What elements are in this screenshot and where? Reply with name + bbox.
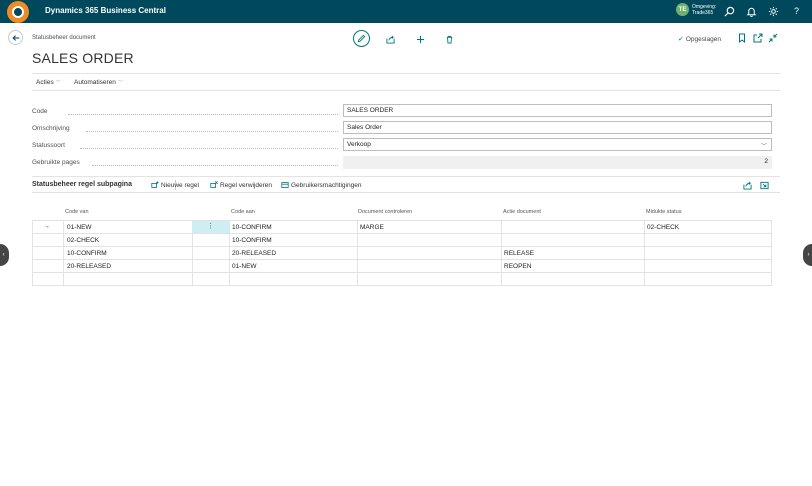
cell-action-doc[interactable]: RELEASE [504, 250, 534, 257]
cell-code-to[interactable]: 10-CONFIRM [232, 237, 272, 244]
column-header-check-doc[interactable]: Document controleren [358, 209, 412, 215]
chevron-down-icon: ﹀ [117, 80, 123, 86]
table-row-empty[interactable] [33, 273, 771, 286]
bell-icon[interactable] [746, 6, 757, 17]
bookmark-icon[interactable] [737, 33, 747, 43]
subpage-header: Statusbeheer regel subpagina Nieuwe rege… [32, 176, 780, 193]
delete-line-button[interactable]: Regel verwijderen [210, 181, 272, 189]
code-input[interactable]: SALES ORDER [343, 104, 772, 117]
cell-code-from[interactable]: 02-CHECK [67, 237, 99, 244]
used-pages-label: Gebruikte pages [32, 159, 80, 166]
environment-indicator[interactable]: TE Omgeving: Trade365 [676, 3, 716, 16]
status-lines-grid: Code van Code aan Document controleren A… [32, 207, 772, 286]
table-row[interactable]: 02-CHECK 10-CONFIRM [33, 234, 771, 247]
cell-code-to[interactable]: 10-CONFIRM [232, 224, 272, 231]
grid-header-row: Code van Code aan Document controleren A… [32, 207, 772, 220]
breadcrumb: Statusbeheer document [32, 35, 96, 41]
menu-actions[interactable]: Acties ﹀ [36, 79, 61, 86]
chevron-right-icon: › [807, 252, 810, 258]
chevron-left-icon: ‹ [2, 252, 5, 258]
expand-icon[interactable] [760, 181, 769, 190]
menu-automate-label: Automatiseren [74, 79, 116, 86]
cell-check-doc[interactable]: MARGE [360, 224, 384, 231]
column-header-code-to[interactable]: Code aan [231, 209, 255, 215]
subpage-title: Statusbeheer regel subpagina [32, 181, 132, 188]
row-menu-cell[interactable]: ⋮ [192, 221, 230, 233]
cell-action-doc[interactable]: REOPEN [504, 263, 531, 270]
description-label: Omschrijving [32, 125, 70, 132]
cell-code-from[interactable]: 01-NEW [67, 224, 92, 231]
used-pages-value: 2 [343, 156, 772, 169]
delete-icon[interactable] [441, 31, 457, 47]
column-header-intermediate[interactable]: Midukte status [646, 209, 681, 215]
status-type-value: Verkoop [347, 141, 371, 148]
cell-code-from[interactable]: 10-CONFIRM [67, 250, 107, 257]
table-row[interactable]: 10-CONFIRM 20-RELEASED RELEASE [33, 247, 771, 260]
checkmark-icon: ✓ [678, 36, 684, 43]
column-header-action-doc[interactable]: Actie document [503, 209, 541, 215]
cell-code-to[interactable]: 20-RELEASED [232, 250, 276, 257]
status-type-label: Statussoort [32, 142, 65, 149]
next-record-button[interactable]: › [803, 244, 812, 266]
code-label: Code [32, 108, 48, 115]
environment-label: Omgeving: [692, 3, 717, 10]
saved-label: Opgeslagen [685, 35, 721, 43]
user-permissions-button[interactable]: Gebruikersmachtigingen [281, 181, 361, 189]
current-row-arrow-icon: → [43, 223, 50, 230]
more-options-icon[interactable]: ⋮ [207, 222, 214, 230]
menu-automate[interactable]: Automatiseren ﹀ [74, 79, 123, 86]
table-row[interactable]: 20-RELEASED 01-NEW REOPEN [33, 260, 771, 273]
environment-text: Omgeving: Trade365 [692, 4, 716, 16]
edit-button[interactable] [353, 30, 370, 47]
description-input[interactable]: Sales Order [343, 121, 772, 134]
field-leader [92, 165, 338, 166]
app-header-bar: Dynamics 365 Business Central TE Omgevin… [0, 0, 812, 23]
environment-badge: TE [676, 3, 689, 16]
cell-code-to[interactable]: 01-NEW [232, 263, 257, 270]
share-icon[interactable] [743, 181, 752, 190]
add-icon[interactable] [412, 31, 428, 47]
environment-name: Trade365 [692, 9, 714, 16]
field-leader [68, 114, 338, 115]
saved-status: ✓ Opgeslagen [678, 35, 721, 44]
user-permissions-label: Gebruikersmachtigingen [291, 181, 362, 189]
delete-line-icon [210, 181, 218, 188]
status-type-select[interactable]: Verkoop ﹀ [343, 138, 772, 151]
new-line-button[interactable]: Nieuwe regel [151, 181, 199, 189]
chevron-down-icon: ﹀ [55, 80, 61, 86]
help-icon[interactable]: ? [791, 6, 802, 17]
gear-icon[interactable] [768, 6, 779, 17]
open-new-window-icon[interactable] [753, 33, 763, 43]
collapse-icon[interactable] [768, 33, 778, 43]
search-icon[interactable] [724, 6, 735, 17]
app-logo-icon[interactable] [7, 1, 29, 23]
cell-code-from[interactable]: 20-RELEASED [67, 263, 111, 270]
new-line-icon [151, 181, 159, 188]
back-button[interactable] [8, 30, 23, 45]
action-menu-bar: Acties ﹀ Automatiseren ﹀ [32, 73, 780, 91]
app-title[interactable]: Dynamics 365 Business Central [45, 6, 166, 15]
column-header-code-from[interactable]: Code van [65, 209, 89, 215]
chevron-down-icon: ﹀ [760, 144, 767, 150]
page-title: SALES ORDER [32, 50, 134, 66]
menu-actions-label: Acties [36, 79, 54, 86]
share-icon[interactable] [382, 31, 398, 47]
previous-record-button[interactable]: ‹ [0, 244, 9, 266]
delete-line-label: Regel verwijderen [220, 181, 273, 189]
field-leader [86, 131, 338, 132]
new-line-label: Nieuwe regel [161, 181, 199, 189]
table-row[interactable]: → 01-NEW ⋮ 10-CONFIRM MARGE 02-CHECK [33, 221, 771, 234]
cell-intermediate[interactable]: 02-CHECK [647, 224, 679, 231]
field-leader [80, 148, 338, 149]
permissions-icon [281, 182, 289, 188]
grid-body: → 01-NEW ⋮ 10-CONFIRM MARGE 02-CHECK 02-… [32, 220, 772, 286]
